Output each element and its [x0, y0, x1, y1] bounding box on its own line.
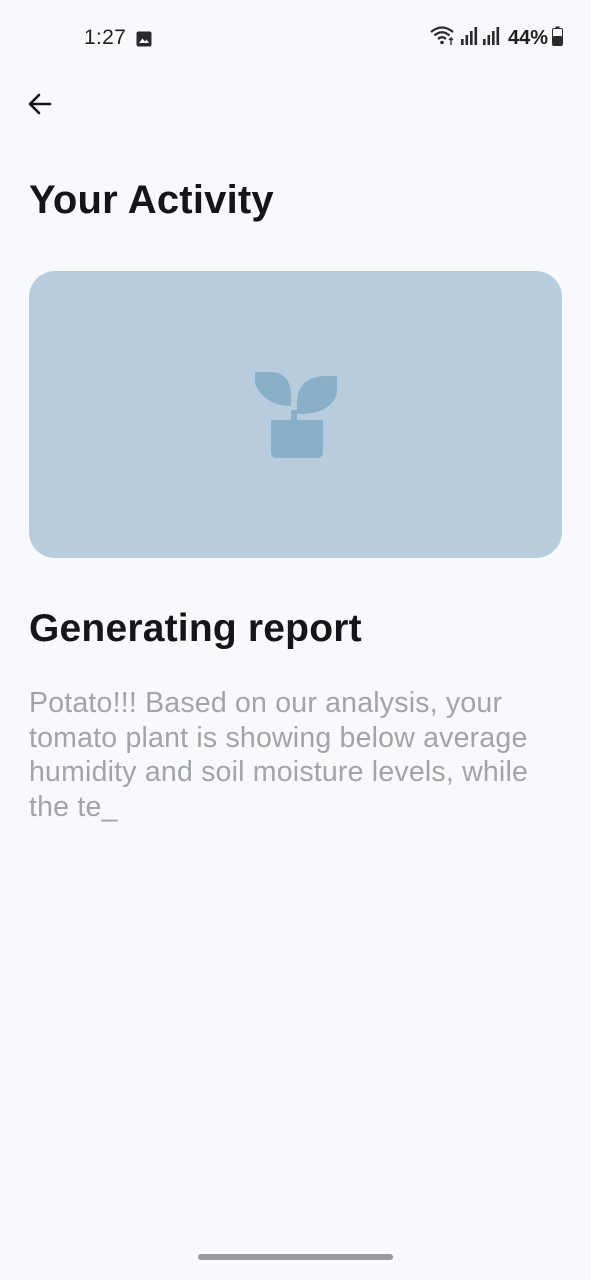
- back-button[interactable]: [20, 84, 60, 124]
- status-time: 1:27: [84, 26, 127, 49]
- hero-card: [29, 271, 562, 558]
- status-bar: 1:27 44%: [0, 0, 591, 78]
- plant-pot-icon: [254, 371, 337, 458]
- signal-icon: [482, 26, 500, 51]
- battery-icon: [552, 26, 563, 51]
- page-title: Your Activity: [29, 178, 274, 222]
- report-text: Potato!!! Based on our analysis, your to…: [29, 687, 529, 823]
- activity-screen: 1:27 44% Your Activity Generating report…: [0, 0, 591, 1280]
- home-indicator[interactable]: [198, 1254, 393, 1260]
- arrow-left-icon: [28, 93, 52, 115]
- wifi-icon: [430, 25, 456, 52]
- report-title: Generating report: [29, 607, 362, 650]
- gallery-icon: [136, 31, 152, 47]
- battery-percentage: 44%: [507, 27, 548, 49]
- signal-icon: [460, 26, 478, 51]
- status-indicators: 44%: [430, 25, 563, 52]
